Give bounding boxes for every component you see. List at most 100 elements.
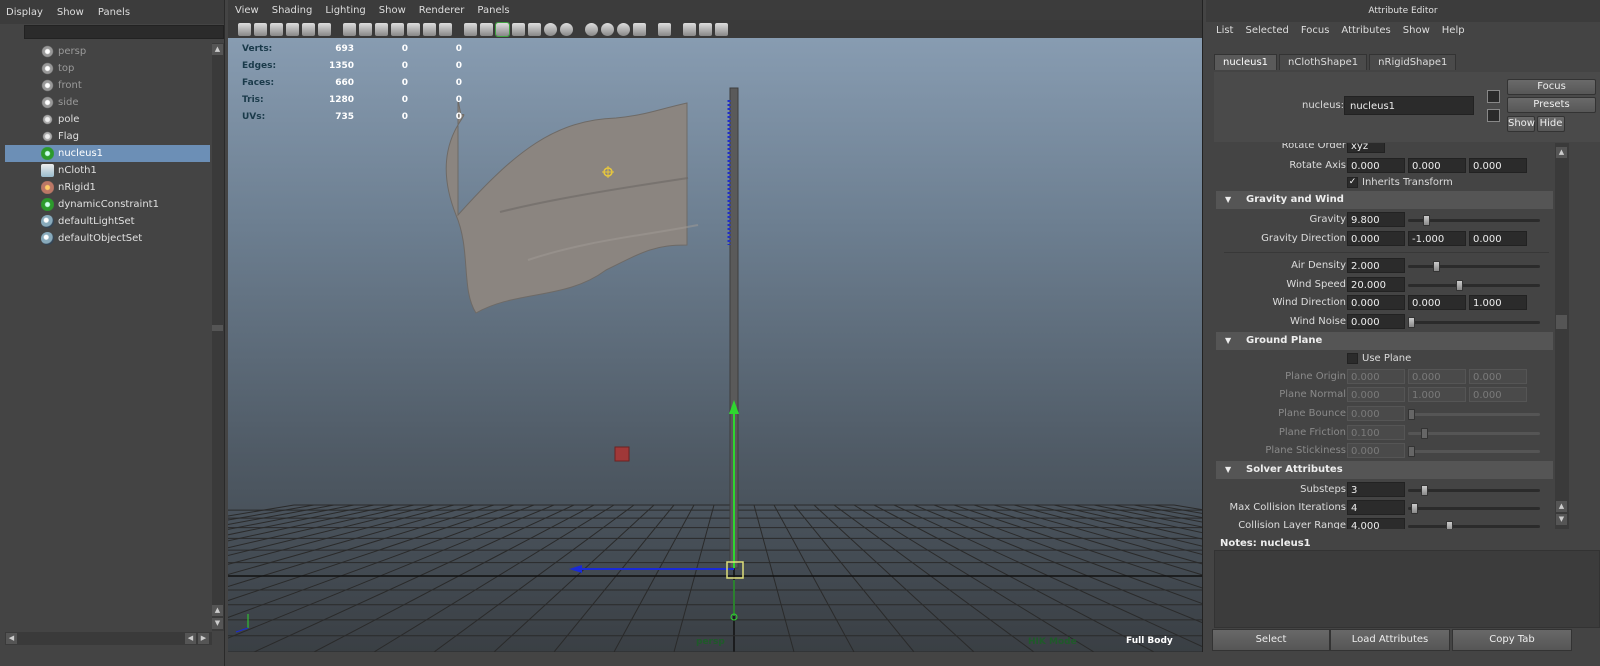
viewport-menu-lighting[interactable]: Lighting <box>325 5 365 16</box>
focus-button[interactable]: Focus <box>1507 79 1596 95</box>
outliner-node-defaultobjectset[interactable]: defaultObjectSet <box>5 230 210 247</box>
ae-menu-help[interactable]: Help <box>1442 25 1465 39</box>
2d-pan-icon[interactable] <box>302 22 315 36</box>
viewport-menu-show[interactable]: Show <box>379 5 406 16</box>
rotate-order-dropdown[interactable]: xyz <box>1347 143 1385 153</box>
textured-icon[interactable] <box>528 22 541 36</box>
ae-menu-selected[interactable]: Selected <box>1245 25 1288 39</box>
outliner-node-dynamicconstraint1[interactable]: dynamicConstraint1 <box>5 196 210 213</box>
load-attributes-button[interactable]: Load Attributes <box>1330 629 1450 651</box>
substeps-slider[interactable] <box>1408 485 1540 496</box>
xray-joints-icon[interactable] <box>683 22 696 36</box>
multisample-aa-icon[interactable] <box>617 22 630 36</box>
wireframe-on-shaded-icon[interactable] <box>495 21 510 37</box>
max-collision-iterations-field[interactable]: 4 <box>1347 500 1405 515</box>
notes-textarea[interactable] <box>1214 550 1600 628</box>
copy-tab-button[interactable]: Copy Tab <box>1452 629 1572 651</box>
wind-direction-y-field[interactable]: 0.000 <box>1408 295 1466 310</box>
select-button[interactable]: Select <box>1212 629 1330 651</box>
outliner-node-side[interactable]: side <box>5 94 210 111</box>
camera-attributes-icon[interactable] <box>254 22 267 36</box>
hide-button[interactable]: Hide <box>1537 116 1565 132</box>
field-chart-icon[interactable] <box>407 22 420 36</box>
collapse-triangle-icon[interactable]: ▼ <box>1225 461 1231 479</box>
shadows-icon[interactable] <box>560 22 573 36</box>
scroll-up-icon[interactable]: ▲ <box>212 605 223 616</box>
wireframe-icon[interactable] <box>464 22 477 36</box>
collision-layer-range-slider[interactable] <box>1408 521 1540 529</box>
resolution-gate-icon[interactable] <box>375 22 388 36</box>
presets-button[interactable]: Presets <box>1507 97 1596 113</box>
image-plane-icon[interactable] <box>286 22 299 36</box>
slider-knob[interactable] <box>1433 261 1440 272</box>
xray-icon[interactable] <box>512 22 525 36</box>
gravity-field[interactable]: 9.800 <box>1347 212 1405 227</box>
manipulator-x-arrow[interactable] <box>569 565 582 573</box>
scroll-up-icon[interactable]: ▲ <box>1556 147 1567 158</box>
scroll-left-icon[interactable]: ◀ <box>6 633 17 644</box>
wind-direction-z-field[interactable]: 1.000 <box>1469 295 1527 310</box>
wind-speed-field[interactable]: 20.000 <box>1347 277 1405 292</box>
select-camera-icon[interactable] <box>238 22 251 36</box>
isolate-select-icon[interactable] <box>658 22 671 36</box>
slider-knob[interactable] <box>1410 503 1418 514</box>
wind-speed-slider[interactable] <box>1408 280 1540 291</box>
viewport-panel[interactable]: View Shading Lighting Show Renderer Pane… <box>228 0 1203 652</box>
motion-blur-icon[interactable] <box>601 22 614 36</box>
output-connection-icon[interactable] <box>1487 109 1500 122</box>
collapse-triangle-icon[interactable]: ▼ <box>1225 191 1231 209</box>
max-collision-iterations-slider[interactable] <box>1408 503 1540 514</box>
slider-knob[interactable] <box>1408 317 1415 328</box>
section-ground-plane[interactable]: ▼ Ground Plane <box>1216 332 1553 350</box>
ae-menu-attributes[interactable]: Attributes <box>1341 25 1390 39</box>
collapse-triangle-icon[interactable]: ▼ <box>1225 332 1231 350</box>
safe-action-icon[interactable] <box>423 22 436 36</box>
wind-direction-x-field[interactable]: 0.000 <box>1347 295 1405 310</box>
depth-of-field-icon[interactable] <box>633 22 646 36</box>
input-connection-icon[interactable] <box>1487 90 1500 103</box>
viewport-menu-shading[interactable]: Shading <box>272 5 313 16</box>
viewport-menu-panels[interactable]: Panels <box>477 5 509 16</box>
scroll-left-icon[interactable]: ◀ <box>185 633 196 644</box>
film-gate-icon[interactable] <box>359 22 372 36</box>
ae-menu-show[interactable]: Show <box>1403 25 1430 39</box>
outliner-node-nrigid1[interactable]: nRigid1 <box>5 179 210 196</box>
ae-menu-focus[interactable]: Focus <box>1301 25 1330 39</box>
tab-nucleus1[interactable]: nucleus1 <box>1214 54 1278 70</box>
outliner-node-ncloth1[interactable]: nCloth1 <box>5 162 210 179</box>
tab-nclothshape1[interactable]: nClothShape1 <box>1279 54 1368 70</box>
scroll-right-icon[interactable]: ▶ <box>198 633 209 644</box>
rotate-axis-y-field[interactable]: 0.000 <box>1408 158 1466 173</box>
wind-marker-icon[interactable] <box>614 446 630 462</box>
slider-knob[interactable] <box>1455 280 1463 291</box>
outliner-menu-show[interactable]: Show <box>57 7 84 18</box>
bookmarks-icon[interactable] <box>270 22 283 36</box>
air-density-slider[interactable] <box>1408 261 1540 272</box>
smooth-shade-icon[interactable] <box>480 22 493 36</box>
view-transform-icon[interactable] <box>715 22 728 36</box>
grease-pencil-icon[interactable] <box>318 22 331 36</box>
slider-knob[interactable] <box>1420 485 1428 496</box>
inherits-transform-checkbox[interactable]: ✓ <box>1347 177 1358 188</box>
gravity-direction-x-field[interactable]: 0.000 <box>1347 231 1405 246</box>
grid-toggle-icon[interactable] <box>343 22 356 36</box>
outliner-menu-display[interactable]: Display <box>6 7 43 18</box>
air-density-field[interactable]: 2.000 <box>1347 258 1405 273</box>
outliner-node-flag[interactable]: Flag <box>5 128 210 145</box>
show-button[interactable]: Show <box>1507 116 1535 132</box>
use-plane-checkbox[interactable] <box>1347 353 1358 364</box>
slider-knob[interactable] <box>1423 215 1430 226</box>
outliner-node-defaultlightset[interactable]: defaultLightSet <box>5 213 210 230</box>
scroll-grip-icon[interactable] <box>1556 315 1567 329</box>
outliner-menu-panels[interactable]: Panels <box>98 7 130 18</box>
outliner-filter-input[interactable] <box>24 25 224 39</box>
gravity-direction-z-field[interactable]: 0.000 <box>1469 231 1527 246</box>
outliner-horizontal-scrollbar[interactable]: ◀ ◀ ▶ <box>5 632 212 645</box>
use-all-lights-icon[interactable] <box>544 22 557 36</box>
ae-menu-list[interactable]: List <box>1216 25 1233 39</box>
substeps-field[interactable]: 3 <box>1347 482 1405 497</box>
node-name-field[interactable]: nucleus1 <box>1344 96 1474 115</box>
slider-knob[interactable] <box>1445 521 1453 529</box>
viewport-menu-renderer[interactable]: Renderer <box>419 5 465 16</box>
tab-nrigidshape1[interactable]: nRigidShape1 <box>1369 54 1457 70</box>
